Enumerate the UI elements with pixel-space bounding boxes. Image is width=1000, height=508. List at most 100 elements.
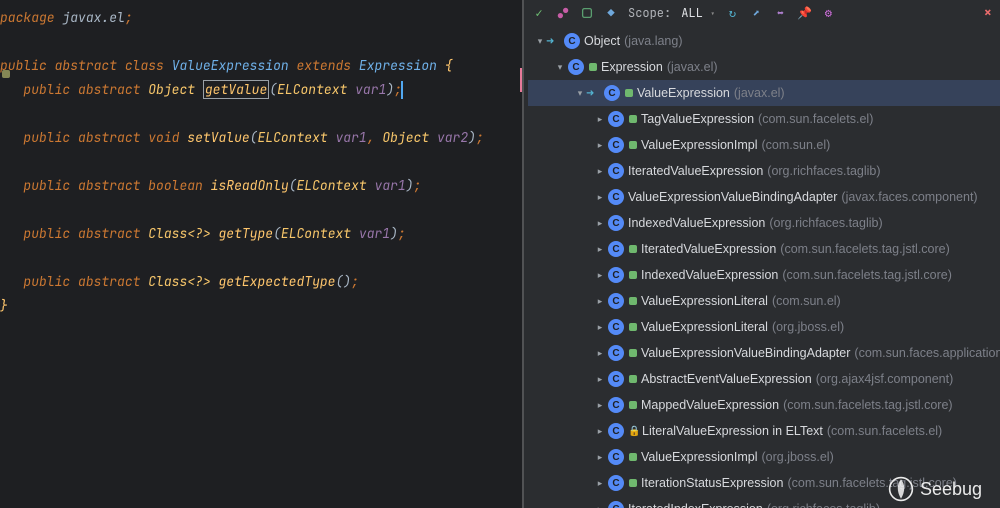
tree-row[interactable]: ▾➜CObject(java.lang) [528,28,1000,54]
abstract-marker-icon [629,349,637,357]
package-label: (org.richfaces.taglib) [769,216,882,230]
package-label: (org.jboss.el) [772,320,844,334]
tree-row[interactable]: ▸CValueExpressionImpl(com.sun.el) [528,132,1000,158]
tree-row[interactable]: ▸CIteratedValueExpression(com.sun.facele… [528,236,1000,262]
type: ELContext [257,129,327,146]
super-class: Expression [359,57,437,74]
scope-dropdown[interactable]: ALL ▾ [681,5,715,21]
method-setvalue[interactable]: setValue [187,129,249,146]
class-name: ValueExpression [172,57,289,74]
tree-row[interactable]: ▾➜CValueExpression(javax.el) [528,80,1000,106]
expand-toggle-icon[interactable]: ▾ [574,88,586,99]
package-label: (java.lang) [624,34,682,48]
package-name: javax.el [62,9,124,26]
expand-toggle-icon[interactable]: ▾ [534,36,546,47]
expand-toggle-icon[interactable]: ▸ [594,426,606,437]
abstract-marker-icon [629,453,637,461]
class-icon: C [608,111,624,127]
package-label: (com.sun.el) [772,294,841,308]
abstract-marker-icon [625,89,633,97]
expand-toggle-icon[interactable]: ▸ [594,270,606,281]
target-arrow-icon: ➜ [586,88,602,99]
expand-toggle-icon[interactable]: ▸ [594,322,606,333]
abstract-marker-icon [629,297,637,305]
autoscroll-icon[interactable]: ⬈ [749,6,763,20]
expand-toggle-icon[interactable]: ▸ [594,296,606,307]
class-icon: C [608,267,624,283]
expand-toggle-icon[interactable]: ▸ [594,504,606,508]
refresh-icon[interactable]: ↻ [725,6,739,20]
package-label: (javax.el) [667,60,718,74]
expand-toggle-icon[interactable]: ▸ [594,218,606,229]
param: var1 [359,225,390,242]
expand-toggle-icon[interactable]: ▸ [594,374,606,385]
package-label: (org.jboss.el) [762,450,834,464]
method-isreadonly[interactable]: isReadOnly [211,177,289,194]
class-icon: C [604,85,620,101]
class-icon: C [608,189,624,205]
abstract-marker-icon [629,479,637,487]
tree-row[interactable]: ▸CIndexedValueExpression(org.richfaces.t… [528,210,1000,236]
checkmark-icon[interactable]: ✓ [532,6,546,20]
tree-row[interactable]: ▸CValueExpressionValueBindingAdapter(jav… [528,184,1000,210]
tree-row[interactable]: ▸CValueExpressionLiteral(com.sun.el) [528,288,1000,314]
package-label: (com.sun.facelets.el) [758,112,873,126]
expand-toggle-icon[interactable]: ▾ [554,62,566,73]
expand-all-icon[interactable]: ⬌ [773,6,787,20]
expand-toggle-icon[interactable]: ▸ [594,244,606,255]
package-label: (javax.el) [734,86,785,100]
caret-indicator [520,68,522,92]
expand-toggle-icon[interactable]: ▸ [594,140,606,151]
method-gettype[interactable]: getType [218,225,273,242]
class-icon: C [608,475,624,491]
keyword: boolean [148,177,203,194]
watermark-text: Seebug [920,479,982,500]
abstract-marker-icon [629,401,637,409]
tree-row[interactable]: ▸CMappedValueExpression(com.sun.facelets… [528,392,1000,418]
keyword: public [23,273,70,290]
keyword: public [23,81,70,98]
class-icon: C [608,423,624,439]
tree-row[interactable]: ▸CValueExpressionLiteral(org.jboss.el) [528,314,1000,340]
method-getexpectedtype[interactable]: getExpectedType [218,273,335,290]
expand-toggle-icon[interactable]: ▸ [594,348,606,359]
expand-toggle-icon[interactable]: ▸ [594,166,606,177]
abstract-marker-icon [629,245,637,253]
package-label: (javax.faces.component) [841,190,977,204]
param: var1 [336,129,367,146]
keyword: abstract [55,57,117,74]
tree-row[interactable]: ▸CAbstractEventValueExpression(org.ajax4… [528,366,1000,392]
tree-row[interactable]: ▸CTagValueExpression(com.sun.facelets.el… [528,106,1000,132]
tree-row[interactable]: ▸CIteratedValueExpression(org.richfaces.… [528,158,1000,184]
pin-icon[interactable]: 📌 [797,6,811,20]
code-editor[interactable]: package javax.el; public abstract class … [0,0,522,508]
expand-toggle-icon[interactable]: ▸ [594,400,606,411]
expand-toggle-icon[interactable]: ▸ [594,114,606,125]
hierarchy-tree[interactable]: ▾➜CObject(java.lang)▾CExpression(javax.e… [524,26,1000,508]
keyword: abstract [78,273,140,290]
gutter-override-icon[interactable] [2,70,10,78]
keyword: package [0,9,55,26]
close-icon[interactable]: × [984,4,992,22]
hierarchy-down-icon[interactable] [580,6,594,20]
hierarchy-panel: ✓ ◆ Scope: ALL ▾ ↻ ⬈ ⬌ 📌 ⚙ × ▾➜CObject(j… [522,0,1000,508]
type: ELContext [277,81,347,98]
tree-row[interactable]: ▾CExpression(javax.el) [528,54,1000,80]
class-name-label: IteratedIndexExpression [628,502,763,508]
filter-icon[interactable]: ◆ [604,6,618,20]
hierarchy-toolbar: ✓ ◆ Scope: ALL ▾ ↻ ⬈ ⬌ 📌 ⚙ × [524,0,1000,26]
keyword: abstract [78,177,140,194]
expand-toggle-icon[interactable]: ▸ [594,478,606,489]
tree-row[interactable]: ▸CIndexedValueExpression(com.sun.facelet… [528,262,1000,288]
method-getvalue[interactable]: getValue [203,80,269,99]
tree-row[interactable]: ▸CValueExpressionImpl(org.jboss.el) [528,444,1000,470]
class-name-label: IndexedValueExpression [628,216,765,230]
class-icon: C [608,371,624,387]
tree-row[interactable]: ▸CValueExpressionValueBindingAdapter(com… [528,340,1000,366]
tree-row[interactable]: ▸C🔒LiteralValueExpression in ELText(com.… [528,418,1000,444]
expand-toggle-icon[interactable]: ▸ [594,452,606,463]
settings-icon[interactable]: ⚙ [821,6,835,20]
hierarchy-up-icon[interactable] [556,6,570,20]
expand-toggle-icon[interactable]: ▸ [594,192,606,203]
scope-label: Scope: [628,5,671,21]
